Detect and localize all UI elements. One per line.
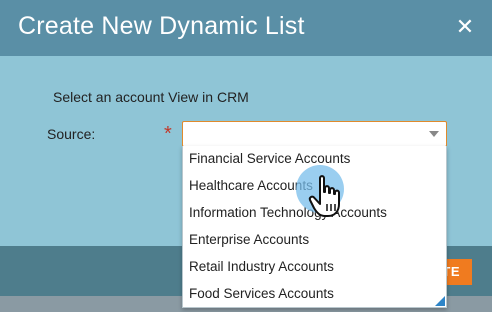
dropdown-option-retail[interactable]: Retail Industry Accounts <box>189 254 334 280</box>
required-marker: * <box>164 123 172 145</box>
create-dynamic-list-dialog: Create New Dynamic List ✕ Select an acco… <box>0 0 492 312</box>
dialog-title: Create New Dynamic List <box>18 12 305 40</box>
chevron-down-icon[interactable] <box>429 131 439 137</box>
dropdown-option-information-technology[interactable]: Information Technology Accounts <box>189 200 387 226</box>
source-label: Source: <box>47 126 96 142</box>
dropdown-option-healthcare[interactable]: Healthcare Accounts <box>189 173 313 199</box>
instruction-text: Select an account View in CRM <box>53 89 249 105</box>
source-select[interactable] <box>182 121 447 147</box>
dropdown-option-enterprise[interactable]: Enterprise Accounts <box>189 227 309 253</box>
dialog-titlebar: Create New Dynamic List ✕ <box>0 0 492 56</box>
close-icon[interactable]: ✕ <box>454 16 476 38</box>
hand-pointer-icon <box>308 175 340 217</box>
dropdown-option-food-services[interactable]: Food Services Accounts <box>189 281 334 307</box>
resize-handle-icon[interactable] <box>435 296 445 306</box>
